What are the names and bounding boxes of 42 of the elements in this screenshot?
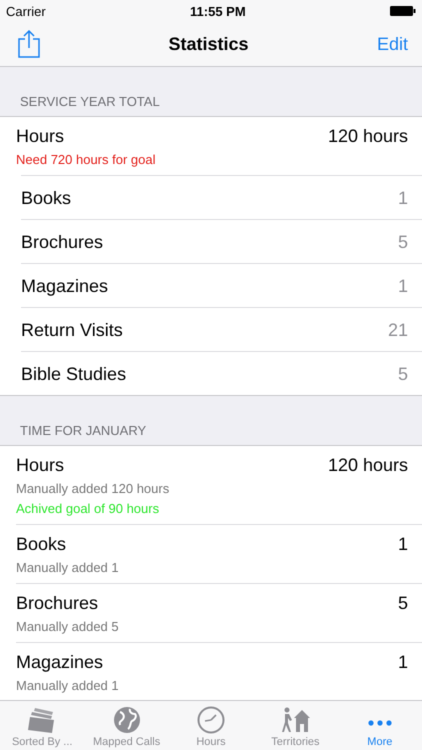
tab-item[interactable]: Mapped Calls xyxy=(84,701,169,750)
clock-icon xyxy=(197,706,226,734)
row-value: 5 xyxy=(398,364,408,384)
row-value: 120 hours xyxy=(328,126,408,147)
row-value: 5 xyxy=(398,232,408,252)
tab-item[interactable]: Territories xyxy=(253,701,338,750)
row-label: Hours xyxy=(16,455,64,476)
row-value: 120 hours xyxy=(328,455,408,476)
status-time: 11:55 PM xyxy=(190,4,246,18)
row-label: Magazines xyxy=(16,652,104,673)
tab-item[interactable]: Hours xyxy=(168,701,254,750)
row-value: 1 xyxy=(398,534,408,555)
row-label: Bible Studies xyxy=(21,364,126,384)
row-label: Books xyxy=(21,188,72,208)
row-note: Manually added 1 xyxy=(16,678,120,693)
person-house-icon xyxy=(280,706,310,734)
row-note: Manually added 120 hours xyxy=(16,481,170,496)
more-icon xyxy=(368,720,392,726)
row-label: Books xyxy=(16,534,66,555)
row-label: Brochures xyxy=(21,232,104,252)
row-value: 5 xyxy=(398,593,408,614)
row-note: Manually added 1 xyxy=(16,560,120,575)
carrier-label: Carrier xyxy=(6,4,46,18)
row-value: 1 xyxy=(398,652,408,673)
screen-title: Statistics xyxy=(168,34,248,54)
row-label: Magazines xyxy=(21,276,108,296)
row-value: 21 xyxy=(388,320,408,340)
tab-item[interactable]: More xyxy=(338,701,422,750)
share-button[interactable] xyxy=(18,30,40,58)
edit-button[interactable]: Edit xyxy=(376,34,408,54)
row-label: Brochures xyxy=(16,593,98,614)
battery-icon xyxy=(390,6,416,16)
row-label: Return Visits xyxy=(21,320,123,340)
row-value: 1 xyxy=(398,188,408,208)
row-label: Hours xyxy=(16,126,64,147)
globe-icon xyxy=(112,706,141,734)
row-note: Manually added 5 xyxy=(16,619,120,634)
share-icon xyxy=(18,30,40,58)
row-note: Need 720 hours for goal xyxy=(16,152,156,167)
row-note: Achived goal of 90 hours xyxy=(16,501,160,516)
row-value: 1 xyxy=(398,276,408,296)
tab-item[interactable]: Sorted By ... xyxy=(0,701,84,750)
